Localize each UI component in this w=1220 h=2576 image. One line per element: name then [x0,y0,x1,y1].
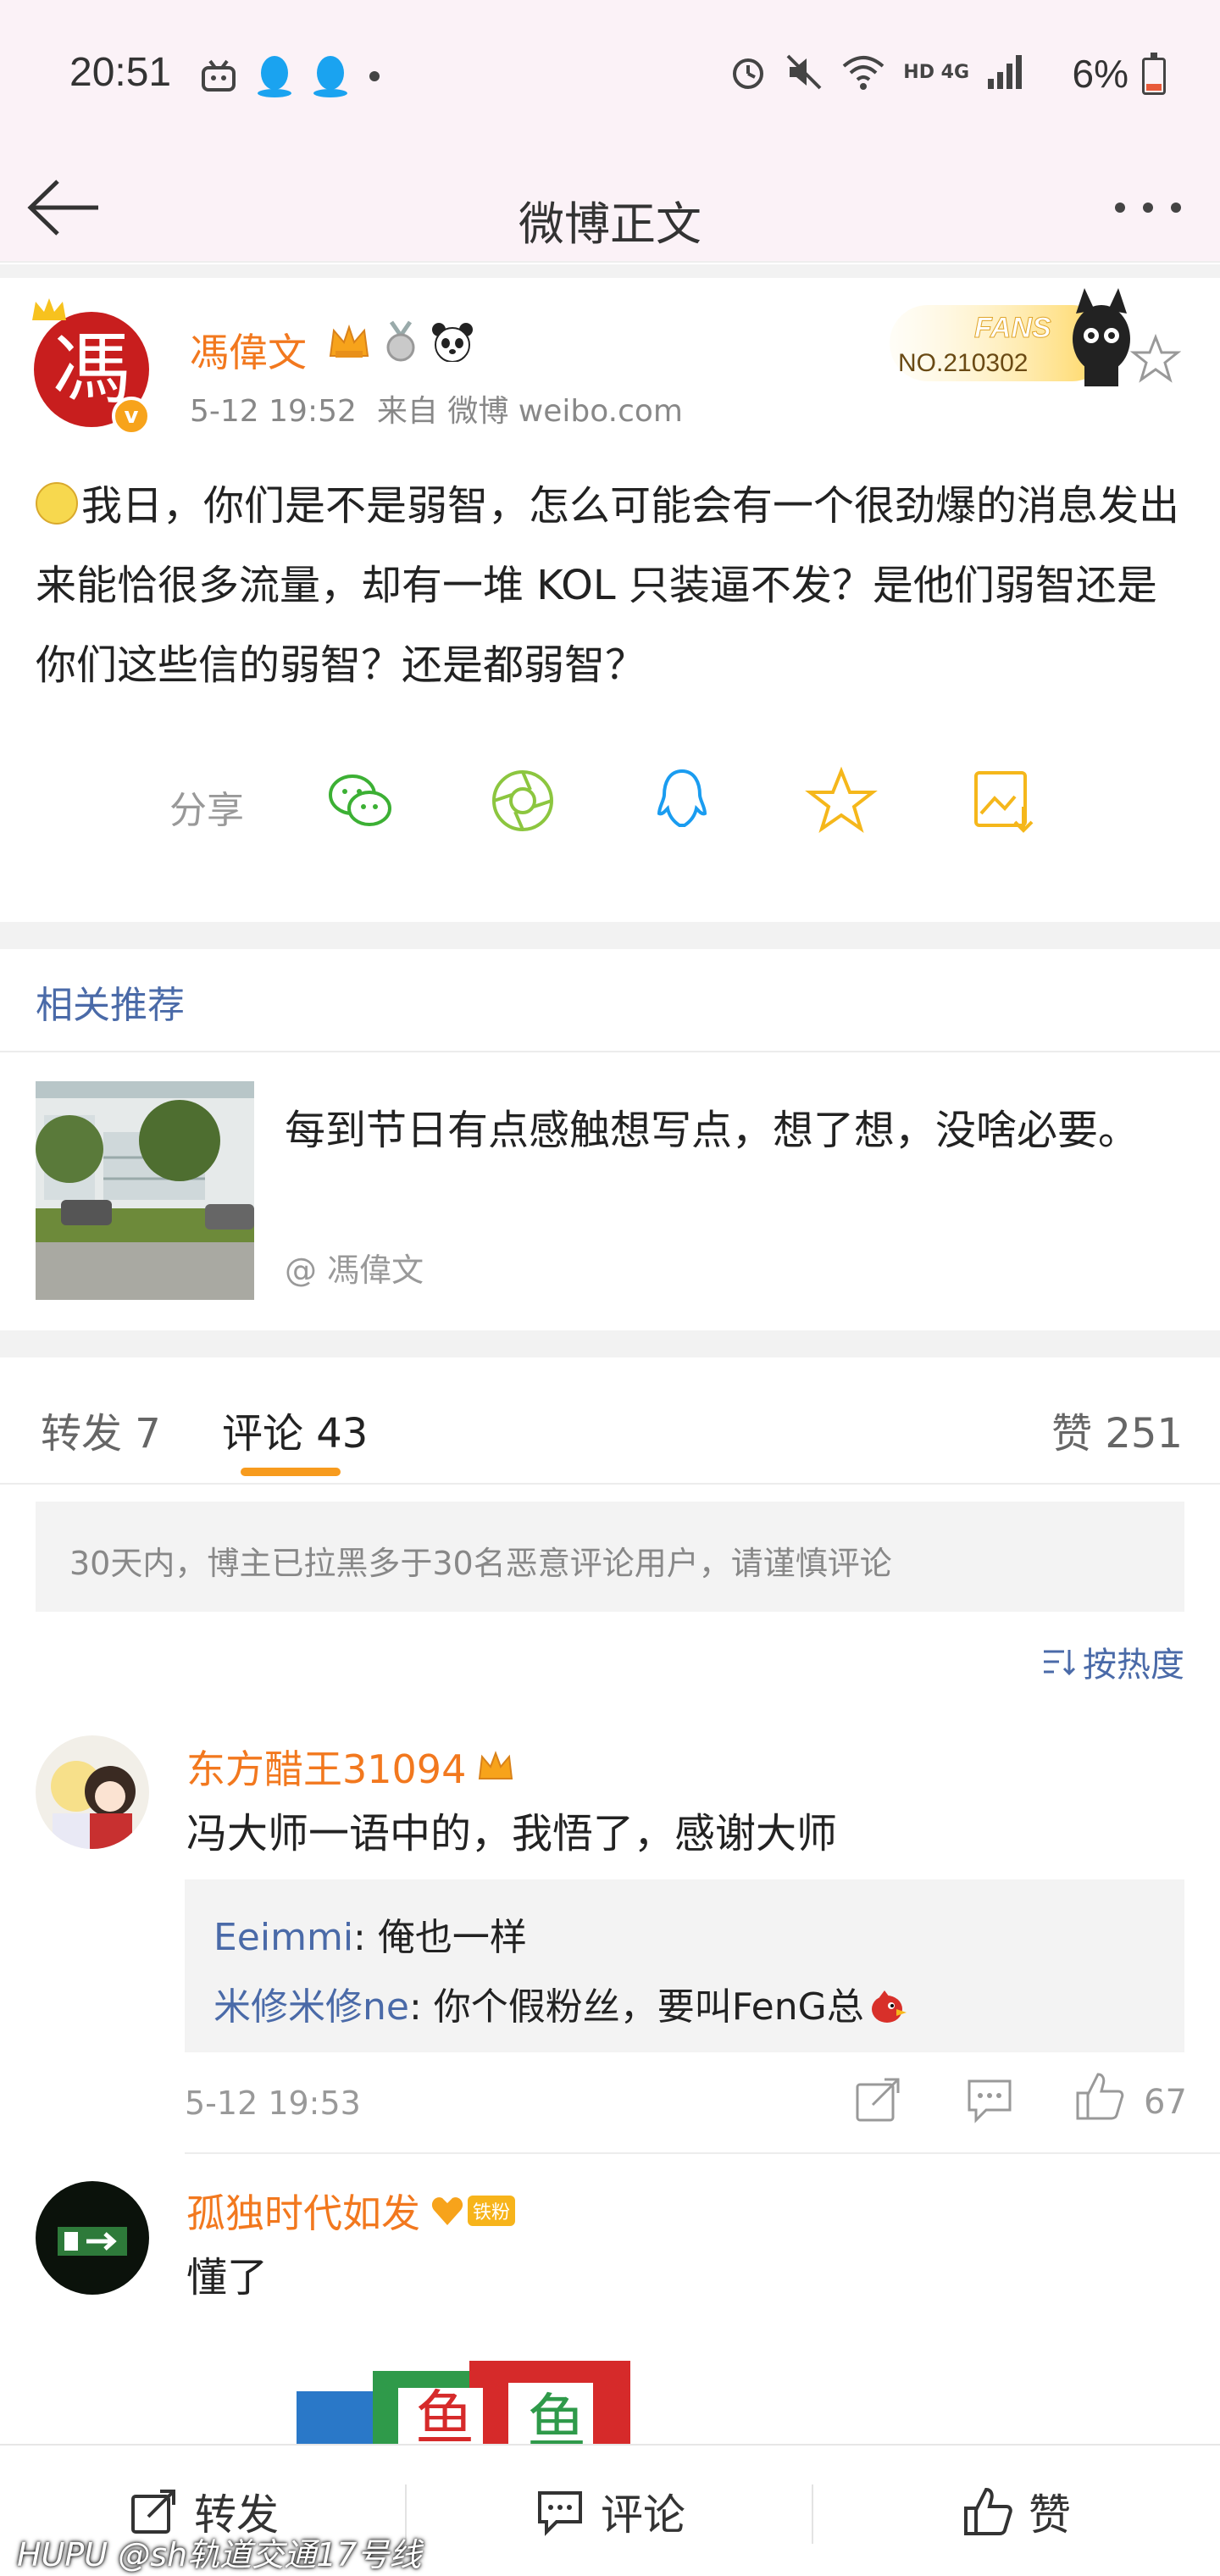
divider [0,1051,1220,1052]
post-card: 馮 v 馮偉文 5-12 19:52 来自 微博 weibo.com FANS N… [0,278,1220,922]
qq-icon [258,56,291,97]
more-icon[interactable] [1110,186,1186,229]
tab-repost[interactable]: 转发 7 [41,1400,161,1459]
save-image-icon[interactable] [968,764,1040,837]
reply-text: : 俺也一样 [353,1916,527,1959]
fans-number: NO.210302 [898,349,1028,377]
qq-icon-2 [313,56,347,97]
post-text: 我日，你们是不是弱智，怎么可能会有一个很劲爆的消息发出来能恰很多流量，却有一堆 … [36,466,1188,705]
fan-heart-icon [431,2197,463,2225]
reply-author[interactable]: 米修米修ne [214,1985,409,2029]
comment-item: 孤独时代如发 铁粉 懂了 鱼鱼 [0,2174,1220,2444]
repost-comment-icon[interactable] [852,2074,903,2125]
page-title: 微博正文 [518,197,702,251]
post-body: 我日，你们是不是弱智，怎么可能会有一个很劲爆的消息发出来能恰很多流量，却有一堆 … [36,482,1180,689]
qq-share-icon[interactable] [646,764,718,837]
related-section: 相关推荐 每到节日有点感触想写点，想了想，没啥必要。 @ 馮偉文 [0,949,1220,1330]
fans-label: FANS [974,312,1051,344]
author-badges [327,320,474,363]
comment-icon [538,2491,582,2536]
notification-icons [200,54,381,98]
reply-box[interactable]: Eeimmi: 俺也一样 米修米修ne: 你个假粉丝，要叫FenG总 [185,1879,1184,2052]
reply-item: 米修米修ne: 你个假粉丝，要叫FenG总 [214,1973,1156,2042]
verified-badge: v [112,397,151,436]
medal-icon [386,320,415,362]
commenter-name[interactable]: 东方醋王31094 [186,1739,466,1795]
tab-like[interactable]: 赞 251 [1051,1400,1183,1459]
mute-icon [786,54,822,90]
like-icon [964,2487,1012,2535]
comment-like-count: 67 [1144,2083,1187,2122]
svg-text:鱼: 鱼 [415,2384,474,2444]
commenter-avatar[interactable] [36,1735,149,1849]
section-gap [0,264,1220,278]
comment-notice: 30天内，博主已拉黑多于30名恶意评论用户，请谨慎评论 [36,1502,1184,1612]
post-date: 5-12 19:52 [190,394,357,429]
angry-bird-emoji-icon [871,1990,907,2023]
like-label: 赞 [1029,2490,1071,2540]
related-thumbnail[interactable] [36,1081,254,1300]
author-name[interactable]: 馮偉文 [190,322,307,378]
comment-button[interactable]: 评论 [407,2446,813,2576]
comment-label: 评论 [601,2490,685,2540]
nav-bar: 微博正文 [0,153,1220,263]
commenter-name-row: 东方醋王31094 [186,1739,515,1795]
post-meta: 5-12 19:52 来自 微博 weibo.com [190,386,703,430]
battery-percent: 6% [1072,52,1128,96]
reply-item: Eeimmi: 俺也一样 [214,1903,1156,1973]
moments-icon[interactable] [486,764,559,837]
vip-crown-icon [329,324,369,358]
crown-icon [32,298,66,320]
panda-icon [432,323,473,362]
wechat-icon[interactable] [324,764,396,837]
tab-comment[interactable]: 评论 43 [222,1400,368,1459]
iron-fan-badge: 铁粉 [430,2195,516,2227]
section-gap-2 [0,922,1220,949]
alarm-icon [733,58,764,89]
related-title: 相关推荐 [36,984,185,1027]
status-bar: 20:51 HD 4G 6% [0,0,1220,153]
system-icons: HD 4G [729,53,1023,92]
sort-label: 按热度 [1083,1646,1184,1685]
fan-badge-label: 铁粉 [468,2196,516,2226]
section-gap-3 [0,1330,1220,1357]
like-button[interactable]: 赞 [813,2446,1220,2576]
bilibili-icon [202,59,236,92]
star-share-icon[interactable] [805,764,878,837]
favorite-star-icon[interactable] [1130,334,1181,385]
signal-icon [988,55,1022,89]
related-item-author[interactable]: @ 馮偉文 [285,1244,424,1291]
like-thumb-icon[interactable] [1074,2071,1125,2122]
commenter-avatar[interactable] [36,2181,149,2295]
comment-item: 东方醋王31094 冯大师一语中的，我悟了，感谢大师 Eeimmi: 俺也一样 … [0,1729,1220,2154]
comment-text: 冯大师一语中的，我悟了，感谢大师 [186,1810,838,1857]
sort-button[interactable]: 按热度 [1042,1637,1184,1686]
battery-icon [1142,53,1166,95]
sort-icon [1044,1650,1076,1676]
vip-crown-icon [479,1751,513,1779]
active-tab-indicator [241,1468,341,1476]
comment-text: 懂了 [186,2254,269,2301]
commenter-name-row: 孤独时代如发 铁粉 [186,2183,516,2239]
reply-author[interactable]: Eeimmi [214,1916,353,1959]
wifi-icon [842,56,884,90]
share-label: 分享 [169,789,244,832]
related-item-text[interactable]: 每到节日有点感触想写点，想了想，没啥必要。 [285,1095,1166,1166]
comment-time: 5-12 19:53 [185,2085,361,2122]
watermark: HUPU @sh轨道交通17号线 [17,2536,422,2573]
post-source: 来自 微博 weibo.com [376,394,683,429]
sad-face-emoji-icon [36,482,78,525]
dot-icon [369,71,380,81]
commenter-name[interactable]: 孤独时代如发 [186,2183,420,2239]
reply-text: : 你个假粉丝，要叫FenG总 [408,1985,864,2029]
comment-image[interactable]: 鱼鱼 [288,2357,661,2444]
reply-comment-icon[interactable] [964,2074,1015,2125]
divider [185,2152,1220,2154]
status-time: 20:51 [69,50,172,95]
fans-card: FANS NO.210302 [890,288,1130,386]
share-row: 分享 [0,752,1220,837]
comment-tabs: 转发 7 评论 43 赞 251 [0,1357,1220,1485]
svg-text:鱼: 鱼 [527,2387,586,2444]
network-type: HD 4G [903,61,969,83]
